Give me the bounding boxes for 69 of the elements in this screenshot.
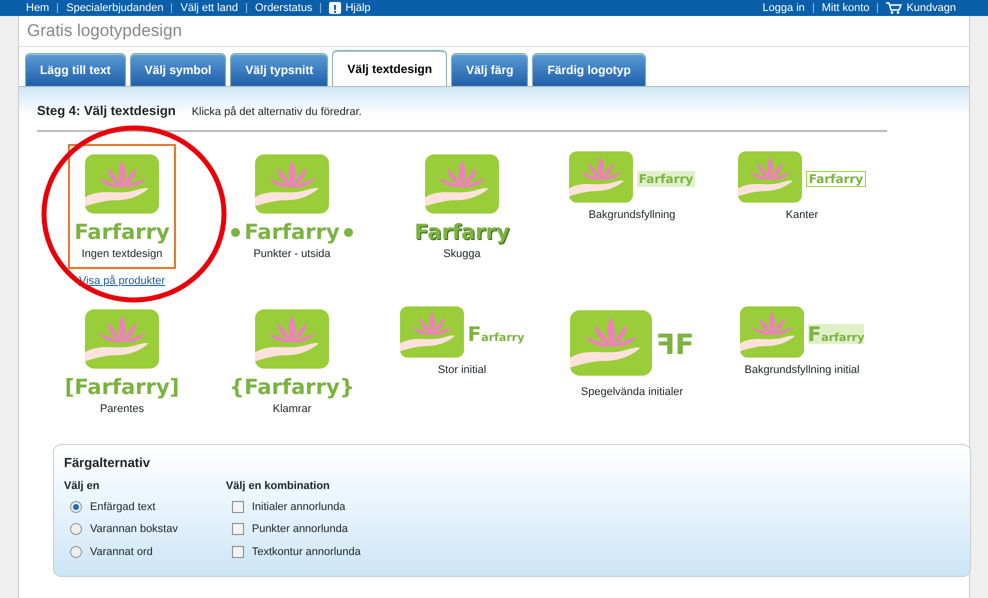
step-title: Steg 4: Välj textdesign [37,102,176,120]
option-label: Varannan bokstav [90,522,178,538]
tab[interactable]: Lägg till text [25,52,126,86]
radio-button[interactable] [70,546,82,558]
logo-text: Farfarry [468,324,524,344]
design-label: Bakgrundsfyllning initial [744,363,860,378]
design-option[interactable]: Farfarry Skugga [408,144,516,268]
design-option[interactable]: Farfarry Bakgrundsfyllning initial [734,299,870,384]
design-option[interactable]: Farfarry Stor initial [394,299,530,384]
logo-text: ꟻF [656,331,694,359]
lotus-hand-icon [740,305,804,359]
radio-button[interactable] [70,523,82,536]
column-heading: Välj en kombination [226,479,331,494]
lotus-hand-icon [568,150,633,204]
design-option[interactable]: ꟻF Spegelvända initialer [564,299,700,406]
dot-icon [344,228,353,237]
design-option[interactable]: Farfarry Kanter [732,144,872,230]
nav-link-text[interactable]: Välj ett land [180,0,238,16]
design-label: Punkter - utsida [253,247,331,262]
logo-text: Farfarry [74,222,170,243]
design-label: Klamrar [272,402,312,417]
logo-text: [Farfarry] [64,377,180,398]
tab[interactable]: Färdig logotyp [532,52,646,86]
design-option[interactable]: Farfarry Ingen textdesign [68,144,176,268]
nav-link-text[interactable]: Specialerbjudanden [66,0,164,16]
logo-text: Farfarry [414,222,510,243]
tab[interactable]: Välj textdesign [332,50,448,86]
page-title: Gratis logotypdesign [19,16,969,46]
design-label: Ingen textdesign [82,247,162,262]
option-label: Varannat ord [90,544,153,560]
lotus-hand-icon [400,305,464,359]
design-option[interactable]: Farfarry Bakgrundsfyllning [562,144,702,230]
dot-icon [231,228,240,237]
option-label: Punkter annorlunda [252,522,348,538]
option-label: Initialer annorlunda [252,500,346,515]
logo-text: {Farfarry} [229,377,355,398]
design-label: Bakgrundsfyllning [588,208,676,223]
design-label: Stor initial [438,363,486,378]
nav-link-text[interactable]: Mitt konto [822,0,870,16]
step-hint: Klicka på det alternativ du föredrar. [192,104,362,120]
design-label: Skugga [443,247,481,262]
column-heading: Välj en [64,479,100,494]
design-label: Spegelvända initialer [580,385,684,400]
nav-link-text[interactable]: Orderstatus [254,0,312,16]
option-label: Enfärgad text [90,500,156,515]
design-option[interactable]: [Farfarry] Parentes [58,299,186,424]
tab[interactable]: Välj symbol [130,52,226,86]
logo-text: Farfarry [808,324,864,344]
tab[interactable]: Välj färg [451,52,528,86]
nav-link-text[interactable]: Hem [26,0,50,16]
cart-icon [886,2,902,14]
design-label: Kanter [786,208,818,223]
checkbox[interactable] [232,500,244,513]
checkbox[interactable] [232,546,244,558]
design-option[interactable]: Farfarry Punkter - utsida [225,144,359,268]
lotus-hand-icon [738,150,802,204]
radio-button[interactable] [70,500,82,513]
option-label: Textkontur annorlunda [252,544,361,560]
design-label: Parentes [100,402,144,417]
nav-link-text[interactable]: Hjälp [345,0,371,16]
nav-link-text[interactable]: Logga in [762,0,805,16]
tab[interactable]: Välj typsnitt [230,52,328,86]
checkbox[interactable] [232,523,244,536]
logo-text: Farfarry [244,222,340,243]
logo-text: Farfarry [636,171,696,187]
panel-title: Färgalternativ [64,454,151,470]
logo-text: Farfarry [806,171,866,187]
nav-link-text[interactable]: Kundvagn [906,0,956,16]
design-option[interactable]: {Farfarry} Klamrar [223,299,361,424]
